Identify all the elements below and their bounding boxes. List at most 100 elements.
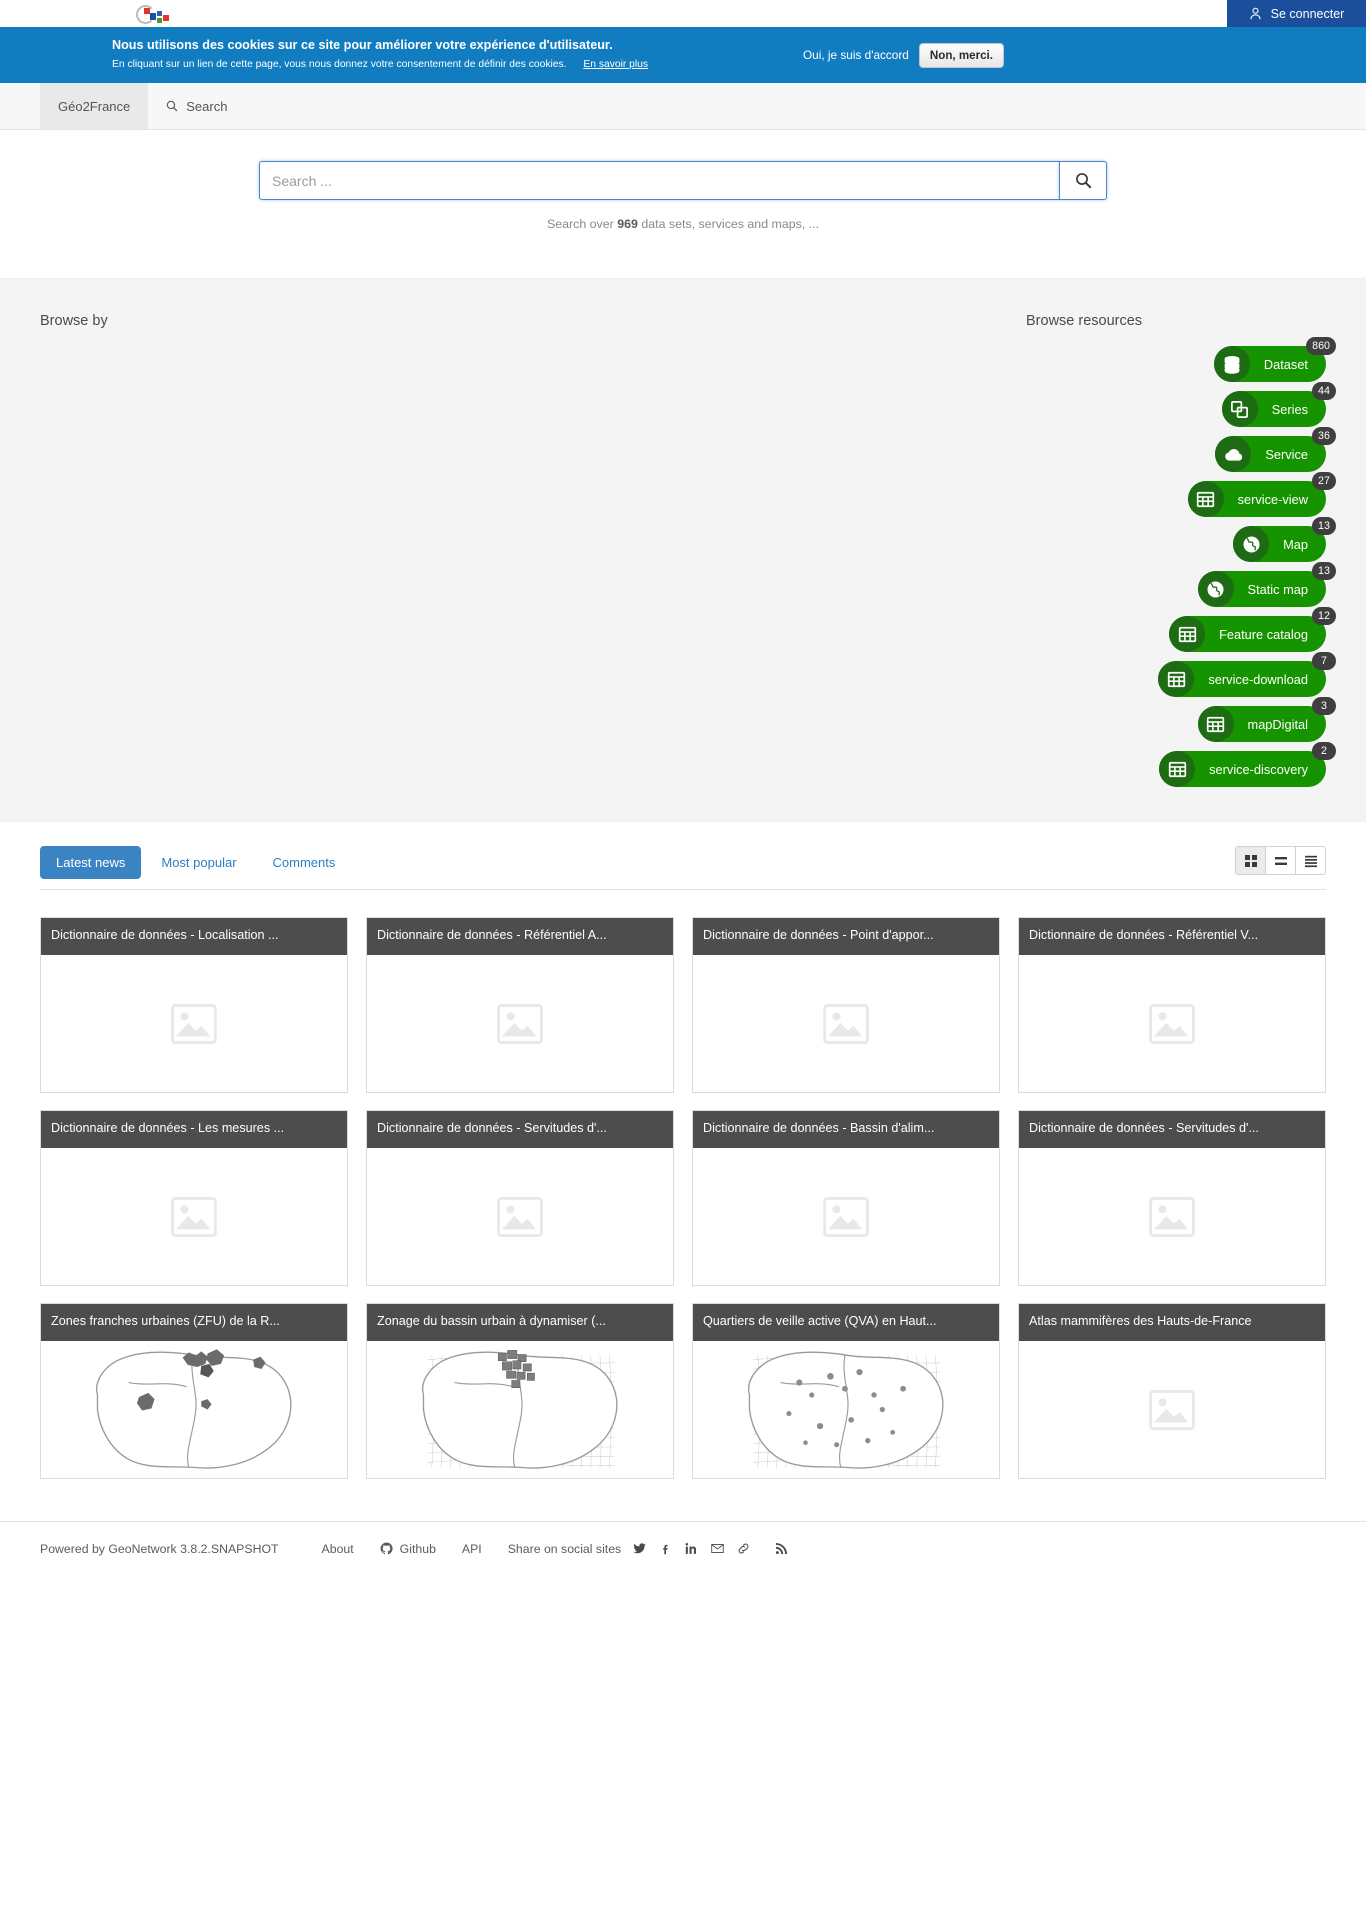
record-card-title: Dictionnaire de données - Localisation .…: [41, 918, 347, 955]
record-card[interactable]: Dictionnaire de données - Localisation .…: [40, 917, 348, 1093]
cookie-agree-button[interactable]: Oui, je suis d'accord: [803, 48, 909, 62]
resource-pill: mapDigital: [1197, 706, 1326, 742]
nav-brand-geo2france[interactable]: Géo2France: [40, 83, 149, 129]
map-thumbnail: [411, 1341, 629, 1478]
record-card[interactable]: Dictionnaire de données - Servitudes d'.…: [1018, 1110, 1326, 1286]
record-card-thumbnail: [41, 1341, 347, 1478]
site-footer: Powered by GeoNetwork 3.8.2.SNAPSHOT Abo…: [0, 1521, 1366, 1575]
list-view-button[interactable]: [1265, 846, 1296, 875]
search-count-note: Search over 969 data sets, services and …: [0, 217, 1366, 231]
table-icon: [1196, 491, 1215, 507]
resource-type-static-map[interactable]: Static map 13: [1197, 562, 1336, 607]
image-placeholder-icon: [823, 1196, 869, 1237]
resource-type-service-discovery[interactable]: service-discovery 2: [1159, 742, 1336, 787]
email-icon[interactable]: [711, 1542, 724, 1555]
grid-view-button[interactable]: [1235, 846, 1266, 875]
record-card[interactable]: Zonage du bassin urbain à dynamiser (...: [366, 1303, 674, 1479]
nav-item-search[interactable]: Search: [148, 83, 245, 129]
resource-label: service-download: [1208, 671, 1308, 687]
record-card-title: Dictionnaire de données - Les mesures ..…: [41, 1111, 347, 1148]
cookie-learn-more-link[interactable]: En savoir plus: [583, 59, 648, 70]
resource-icon-wrap: [1233, 526, 1270, 562]
logo-square-blue2-icon: [157, 11, 162, 16]
record-card[interactable]: Dictionnaire de données - Point d'appor.…: [692, 917, 1000, 1093]
resource-count-badge: 2: [1312, 742, 1336, 760]
record-card[interactable]: Dictionnaire de données - Référentiel V.…: [1018, 917, 1326, 1093]
twitter-icon[interactable]: [633, 1542, 646, 1555]
resource-label: Map: [1283, 536, 1308, 552]
record-card-thumbnail: [367, 955, 673, 1092]
table-icon: [1206, 716, 1225, 732]
resource-count-badge: 13: [1312, 517, 1336, 535]
record-card-thumbnail: [367, 1341, 673, 1478]
cookie-actions: Oui, je suis d'accord Non, merci.: [803, 27, 1004, 83]
record-card-thumbnail: [41, 1148, 347, 1285]
table-icon: [1168, 761, 1186, 777]
resource-icon-wrap: [1187, 481, 1224, 517]
linkedin-icon[interactable]: [685, 1542, 698, 1555]
sign-in-button[interactable]: Se connecter: [1227, 0, 1366, 27]
browse-resources-column: Browse resources Dataset 860 Series 44 Servi…: [1026, 313, 1336, 796]
resource-type-service-download[interactable]: service-download 7: [1158, 652, 1336, 697]
search-bar: [259, 161, 1107, 200]
user-icon: [1250, 7, 1261, 20]
facebook-icon[interactable]: [659, 1542, 672, 1555]
search-input[interactable]: [259, 161, 1059, 200]
site-logo[interactable]: [133, 2, 173, 28]
browse-resources-title: Browse resources: [1026, 313, 1143, 329]
tab-latest-news[interactable]: Latest news: [40, 846, 142, 879]
resource-label: Feature catalog: [1219, 626, 1308, 642]
cookie-title: Nous utilisons des cookies sur ce site p…: [112, 38, 613, 53]
resource-type-dataset[interactable]: Dataset 860: [1213, 337, 1336, 382]
resource-label: mapDigital: [1247, 716, 1308, 732]
resource-icon-wrap: [1221, 391, 1258, 427]
record-card[interactable]: Quartiers de veille active (QVA) en Haut…: [692, 1303, 1000, 1479]
search-icon: [1075, 173, 1091, 189]
rss-icon[interactable]: [775, 1542, 788, 1555]
record-card[interactable]: Atlas mammifères des Hauts-de-France: [1018, 1303, 1326, 1479]
record-card[interactable]: Dictionnaire de données - Référentiel A.…: [366, 917, 674, 1093]
cookie-text-block: Nous utilisons des cookies sur ce site p…: [0, 38, 648, 71]
record-card-thumbnail: [41, 955, 347, 1092]
record-card[interactable]: Dictionnaire de données - Bassin d'alim.…: [692, 1110, 1000, 1286]
resource-type-service-view[interactable]: service-view 27: [1187, 472, 1336, 517]
search-submit-button[interactable]: [1059, 161, 1107, 200]
detail-list-icon: [1304, 855, 1317, 867]
cookie-deny-button[interactable]: Non, merci.: [918, 42, 1004, 68]
record-card[interactable]: Dictionnaire de données - Servitudes d'.…: [366, 1110, 674, 1286]
resource-type-mapdigital[interactable]: mapDigital 3: [1197, 697, 1336, 742]
tab-comments[interactable]: Comments: [257, 846, 352, 879]
resource-pill: service-download: [1158, 661, 1326, 697]
resource-type-map[interactable]: Map 13: [1233, 517, 1336, 562]
record-card-thumbnail: [367, 1148, 673, 1285]
record-card[interactable]: Dictionnaire de données - Les mesures ..…: [40, 1110, 348, 1286]
search-hero: Search over 969 data sets, services and …: [0, 130, 1366, 279]
resource-type-series[interactable]: Series 44: [1221, 382, 1336, 427]
resource-label: Static map: [1247, 581, 1308, 597]
permalink-icon[interactable]: [737, 1542, 750, 1555]
footer-github-link[interactable]: Github: [380, 1542, 436, 1556]
footer-about-link[interactable]: About: [322, 1542, 354, 1556]
browse-section: Browse by Browse resources Dataset 860 Ser…: [0, 279, 1366, 822]
database-icon: [1225, 355, 1240, 374]
resource-pill: Service: [1215, 436, 1326, 472]
footer-powered-by: Powered by GeoNetwork 3.8.2.SNAPSHOT: [40, 1541, 279, 1556]
resource-label: Service: [1265, 446, 1308, 462]
record-card-thumbnail: [1019, 955, 1325, 1092]
tab-most-popular[interactable]: Most popular: [145, 846, 252, 879]
resource-type-service[interactable]: Service 36: [1215, 427, 1336, 472]
record-card[interactable]: Zones franches urbaines (ZFU) de la R...: [40, 1303, 348, 1479]
record-card-thumbnail: [693, 955, 999, 1092]
resource-icon-wrap: [1197, 571, 1234, 607]
resource-label: Dataset: [1263, 356, 1308, 372]
resource-icon-wrap: [1213, 346, 1250, 382]
resource-label: service-view: [1237, 491, 1308, 507]
record-card-grid: Dictionnaire de données - Localisation .…: [0, 890, 1366, 1479]
footer-api-link[interactable]: API: [462, 1542, 482, 1556]
record-card-title: Dictionnaire de données - Point d'appor.…: [693, 918, 999, 955]
detail-view-button[interactable]: [1295, 846, 1326, 875]
logo-square-green-icon: [157, 18, 162, 23]
resource-type-feature-catalog[interactable]: Feature catalog 12: [1169, 607, 1336, 652]
search-note-count: 969: [617, 217, 638, 231]
resource-count-badge: 13: [1312, 562, 1336, 580]
